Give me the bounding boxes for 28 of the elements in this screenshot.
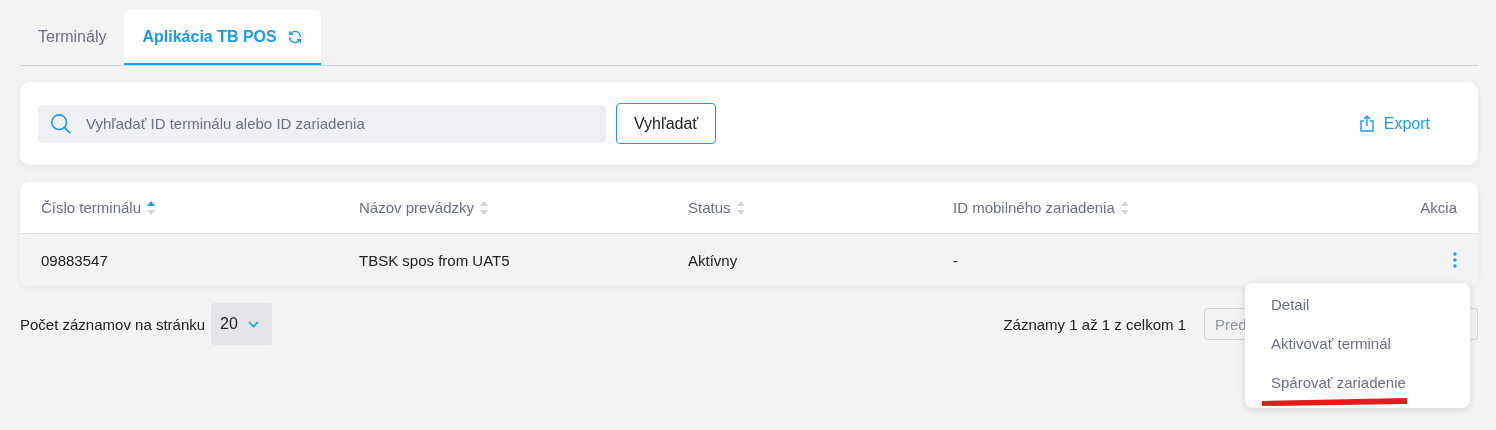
export-button[interactable]: Export <box>1353 113 1436 134</box>
search-button[interactable]: Vyhľadať <box>616 103 717 144</box>
sort-icon[interactable] <box>480 200 489 215</box>
tab[interactable]: Aplikácia TB POS <box>124 10 321 65</box>
tab[interactable]: Terminály <box>20 10 125 65</box>
records-summary: Záznamy 1 až 1 z celkom 1 <box>1003 315 1186 333</box>
column-header: Názov prevádzky <box>359 199 475 216</box>
sort-icon[interactable] <box>147 200 156 215</box>
column-header: Akcia <box>1420 199 1457 216</box>
table-cell-text: 09883547 <box>41 251 109 269</box>
chevron-down-icon <box>247 320 259 328</box>
column-header: Status <box>688 199 731 216</box>
refresh-icon[interactable] <box>286 28 303 45</box>
menu-item[interactable]: Aktivovať terminál <box>1245 324 1470 363</box>
kebab-icon <box>1453 252 1457 268</box>
table-cell-text: TBSK spos from UAT5 <box>359 251 511 269</box>
search-icon <box>50 112 72 135</box>
sort-icon[interactable] <box>1120 200 1129 215</box>
table-cell-text: Aktívny <box>688 251 739 269</box>
share-icon <box>1359 115 1374 132</box>
menu-item[interactable]: Detail <box>1245 285 1470 324</box>
column-header: ID mobilného zariadenia <box>953 199 1115 216</box>
per-page-label: Počet záznamov na stránku <box>20 315 206 333</box>
per-page-select[interactable]: 20 <box>211 303 273 345</box>
menu-item[interactable]: Spárovať zariadenie <box>1245 363 1470 402</box>
sort-icon[interactable] <box>736 200 745 215</box>
table-cell-text: - <box>953 251 959 269</box>
column-header: Číslo terminálu <box>41 199 142 216</box>
